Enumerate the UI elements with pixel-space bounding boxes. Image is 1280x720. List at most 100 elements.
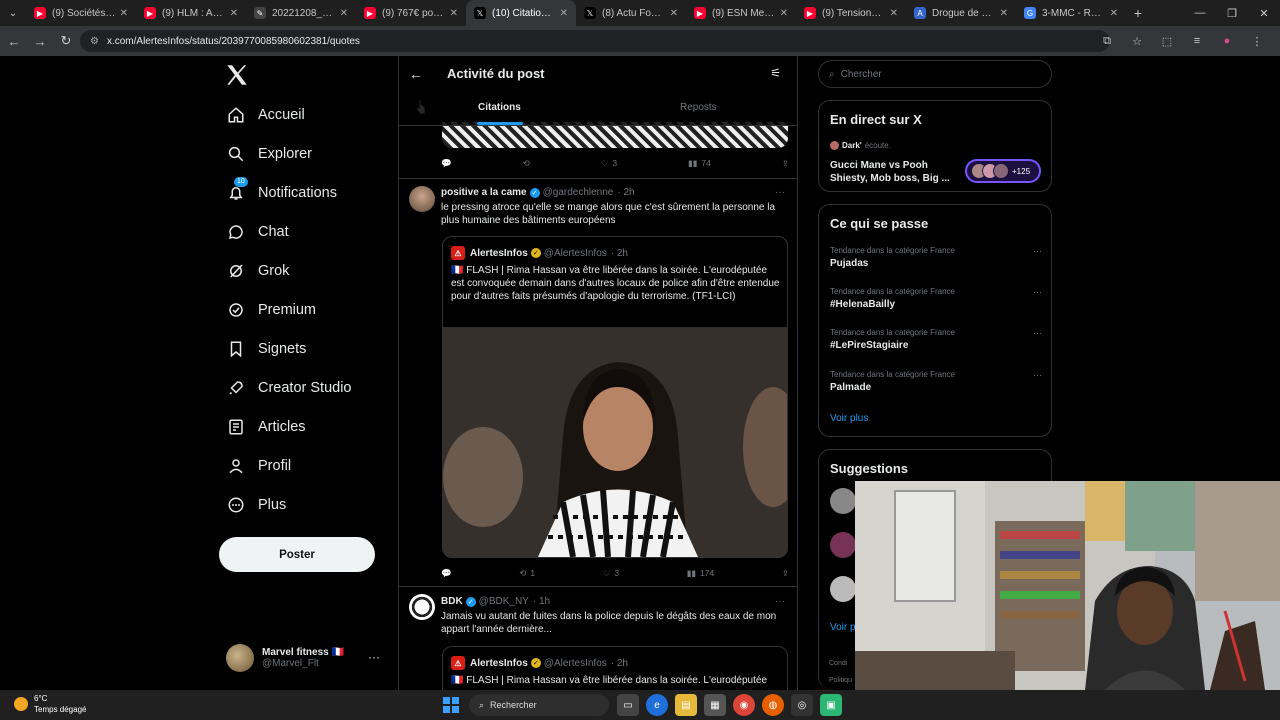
close-tab-icon[interactable]: ✕ bbox=[1110, 8, 1118, 19]
trend-item[interactable]: Tendance dans la catégorie France #Helena… bbox=[830, 287, 1042, 310]
footer-link[interactable]: Politiqu bbox=[829, 677, 852, 684]
forward-icon[interactable]: → bbox=[28, 29, 52, 53]
x-logo-icon[interactable] bbox=[224, 62, 250, 88]
more-icon[interactable]: ··· bbox=[368, 650, 380, 664]
back-icon[interactable]: ← bbox=[2, 29, 26, 53]
taskbar-search[interactable]: ⌕ Rechercher bbox=[469, 694, 609, 716]
browser-tab[interactable]: ▶ (9) ESN Media - T ✕ bbox=[686, 0, 796, 26]
profile-icon[interactable]: ● bbox=[1212, 30, 1242, 52]
weather-widget[interactable]: 6°C Temps dégagé bbox=[14, 693, 86, 715]
close-tab-icon[interactable]: ✕ bbox=[120, 8, 128, 19]
close-tab-icon[interactable]: ✕ bbox=[1000, 8, 1008, 19]
file-explorer-icon[interactable]: ▤ bbox=[675, 694, 697, 716]
more-icon[interactable]: ··· bbox=[775, 596, 785, 607]
media-icon[interactable]: ≡ bbox=[1182, 30, 1212, 52]
nav-item-articles[interactable]: Articles bbox=[226, 412, 306, 442]
avatar[interactable] bbox=[830, 488, 856, 514]
nav-item-signets[interactable]: Signets bbox=[226, 334, 306, 364]
live-listeners-pill[interactable]: +125 bbox=[965, 159, 1041, 183]
post-time[interactable]: · 2h bbox=[617, 187, 634, 198]
author-handle[interactable]: @gardechlenne bbox=[543, 187, 614, 198]
address-bar[interactable]: ⚙ x.com/AlertesInfos/status/203977008598… bbox=[80, 30, 1110, 52]
avatar[interactable] bbox=[830, 532, 856, 558]
back-arrow-icon[interactable]: ← bbox=[409, 66, 423, 82]
firefox-icon[interactable]: ◍ bbox=[762, 694, 784, 716]
avatar[interactable] bbox=[830, 576, 856, 602]
account-switcher[interactable]: Marvel fitness 🇫🇷 @Marvel_Flt ··· bbox=[226, 642, 386, 674]
browser-tab[interactable]: ✎ 20221208_e50da ✕ bbox=[246, 0, 356, 26]
post-time[interactable]: · 1h bbox=[533, 596, 550, 607]
retweet-icon[interactable]: ⟲ bbox=[523, 158, 530, 169]
tab-citations[interactable]: Citations bbox=[478, 102, 521, 113]
close-tab-icon[interactable]: ✕ bbox=[450, 8, 458, 19]
more-icon[interactable]: ··· bbox=[1033, 246, 1042, 256]
edge-icon[interactable]: e bbox=[646, 694, 668, 716]
author-handle[interactable]: @BDK_NY bbox=[479, 596, 529, 607]
avatar[interactable] bbox=[409, 186, 435, 212]
new-tab-button[interactable]: + bbox=[1126, 5, 1150, 21]
more-icon[interactable]: ··· bbox=[1033, 370, 1042, 380]
quoted-post[interactable]: ⚠ AlertesInfos ✓ @AlertesInfos · 2h 🇫🇷 F… bbox=[442, 236, 788, 558]
nav-item-notifications[interactable]: 10 Notifications bbox=[226, 177, 337, 208]
share-icon[interactable]: ⇪ bbox=[782, 158, 789, 169]
minimize-icon[interactable]: — bbox=[1184, 0, 1216, 26]
tab-search-icon[interactable]: ⌄ bbox=[0, 0, 26, 26]
restore-icon[interactable]: ❐ bbox=[1216, 0, 1248, 26]
nav-item-grok[interactable]: Grok bbox=[226, 256, 289, 286]
post-item[interactable]: BDK ✓ @BDK_NY · 1h ··· Jamais vu autant … bbox=[399, 586, 797, 690]
store-icon[interactable]: ▦ bbox=[704, 694, 726, 716]
browser-tab[interactable]: ▶ (9) Sociétés HLM ✕ bbox=[26, 0, 136, 26]
browser-tab[interactable]: ▶ (9) Tensions à la p ✕ bbox=[796, 0, 906, 26]
windows-start-icon[interactable] bbox=[440, 694, 462, 716]
extensions-icon[interactable]: ⬚ bbox=[1152, 30, 1182, 52]
trend-item[interactable]: Tendance dans la catégorie France #LePire… bbox=[830, 328, 1042, 351]
browser-tab[interactable]: A Drogue de synthè ✕ bbox=[906, 0, 1016, 26]
trend-item[interactable]: Tendance dans la catégorie France Palmade… bbox=[830, 370, 1042, 393]
author-name[interactable]: positive a la came bbox=[441, 187, 527, 198]
task-view-icon[interactable]: ▭ bbox=[617, 694, 639, 716]
reply-icon[interactable]: 💬 bbox=[441, 158, 452, 169]
more-icon[interactable]: ··· bbox=[775, 187, 785, 198]
retweet-button[interactable]: ⟲ 1 bbox=[519, 568, 535, 579]
see-more-link[interactable]: Voir plus bbox=[830, 413, 868, 424]
nav-item-profil[interactable]: Profil bbox=[226, 451, 291, 481]
close-tab-icon[interactable]: ✕ bbox=[230, 8, 238, 19]
browser-tab[interactable]: ▶ (9) HLM : AU CŒUR ✕ bbox=[136, 0, 246, 26]
chrome-icon[interactable]: ◉ bbox=[733, 694, 755, 716]
browser-tab[interactable]: ▶ (9) 767€ pour 27 ✕ bbox=[356, 0, 466, 26]
menu-icon[interactable]: ⋮ bbox=[1242, 30, 1272, 52]
obs-icon[interactable]: ◎ bbox=[791, 694, 813, 716]
site-info-icon[interactable]: ⚙ bbox=[90, 36, 99, 47]
browser-tab[interactable]: G 3-MMC - Recherc ✕ bbox=[1016, 0, 1126, 26]
avatar[interactable] bbox=[409, 594, 435, 620]
reload-icon[interactable]: ↻ bbox=[54, 29, 78, 53]
install-icon[interactable]: ⧉ bbox=[1092, 30, 1122, 52]
like-button[interactable]: ♡ 3 bbox=[603, 568, 619, 579]
filter-icon[interactable]: ⚟ bbox=[770, 66, 781, 80]
share-icon[interactable]: ⇪ bbox=[782, 568, 789, 579]
nav-item-chat[interactable]: Chat bbox=[226, 217, 289, 247]
views-button[interactable]: ▮▮ 74 bbox=[688, 158, 711, 169]
tab-reposts[interactable]: Reposts bbox=[680, 102, 717, 113]
bookmark-star-icon[interactable]: ☆ bbox=[1122, 30, 1152, 52]
post-button[interactable]: Poster bbox=[219, 537, 375, 572]
news-photo[interactable] bbox=[443, 327, 788, 557]
search-input[interactable]: ⌕ Chercher bbox=[818, 60, 1052, 88]
trend-item[interactable]: Tendance dans la catégorie France Pujadas… bbox=[830, 246, 1042, 269]
live-host[interactable]: Dark' écoute. bbox=[830, 141, 891, 150]
live-title[interactable]: Gucci Mane vs Pooh Shiesty, Mob boss, Bi… bbox=[830, 159, 954, 185]
nav-item-creator-studio[interactable]: Creator Studio bbox=[226, 373, 352, 403]
views-button[interactable]: ▮▮ 174 bbox=[687, 568, 715, 579]
post-item[interactable]: positive a la came ✓ @gardechlenne · 2h … bbox=[399, 178, 797, 586]
app-icon[interactable]: ▣ bbox=[820, 694, 842, 716]
close-tab-icon[interactable]: ✕ bbox=[670, 8, 678, 19]
more-icon[interactable]: ··· bbox=[1033, 287, 1042, 297]
see-more-suggestions-link[interactable]: Voir p bbox=[830, 622, 856, 633]
nav-item-premium[interactable]: Premium bbox=[226, 295, 316, 325]
footer-link[interactable]: Condi bbox=[829, 660, 847, 667]
close-window-icon[interactable]: ✕ bbox=[1248, 0, 1280, 26]
close-tab-icon[interactable]: ✕ bbox=[890, 8, 898, 19]
browser-tab[interactable]: 𝕏 (10) Citations de ✕ bbox=[466, 0, 576, 26]
close-tab-icon[interactable]: ✕ bbox=[780, 8, 788, 19]
quoted-post[interactable]: ⚠ AlertesInfos ✓ @AlertesInfos · 2h 🇫🇷 F… bbox=[442, 646, 788, 690]
